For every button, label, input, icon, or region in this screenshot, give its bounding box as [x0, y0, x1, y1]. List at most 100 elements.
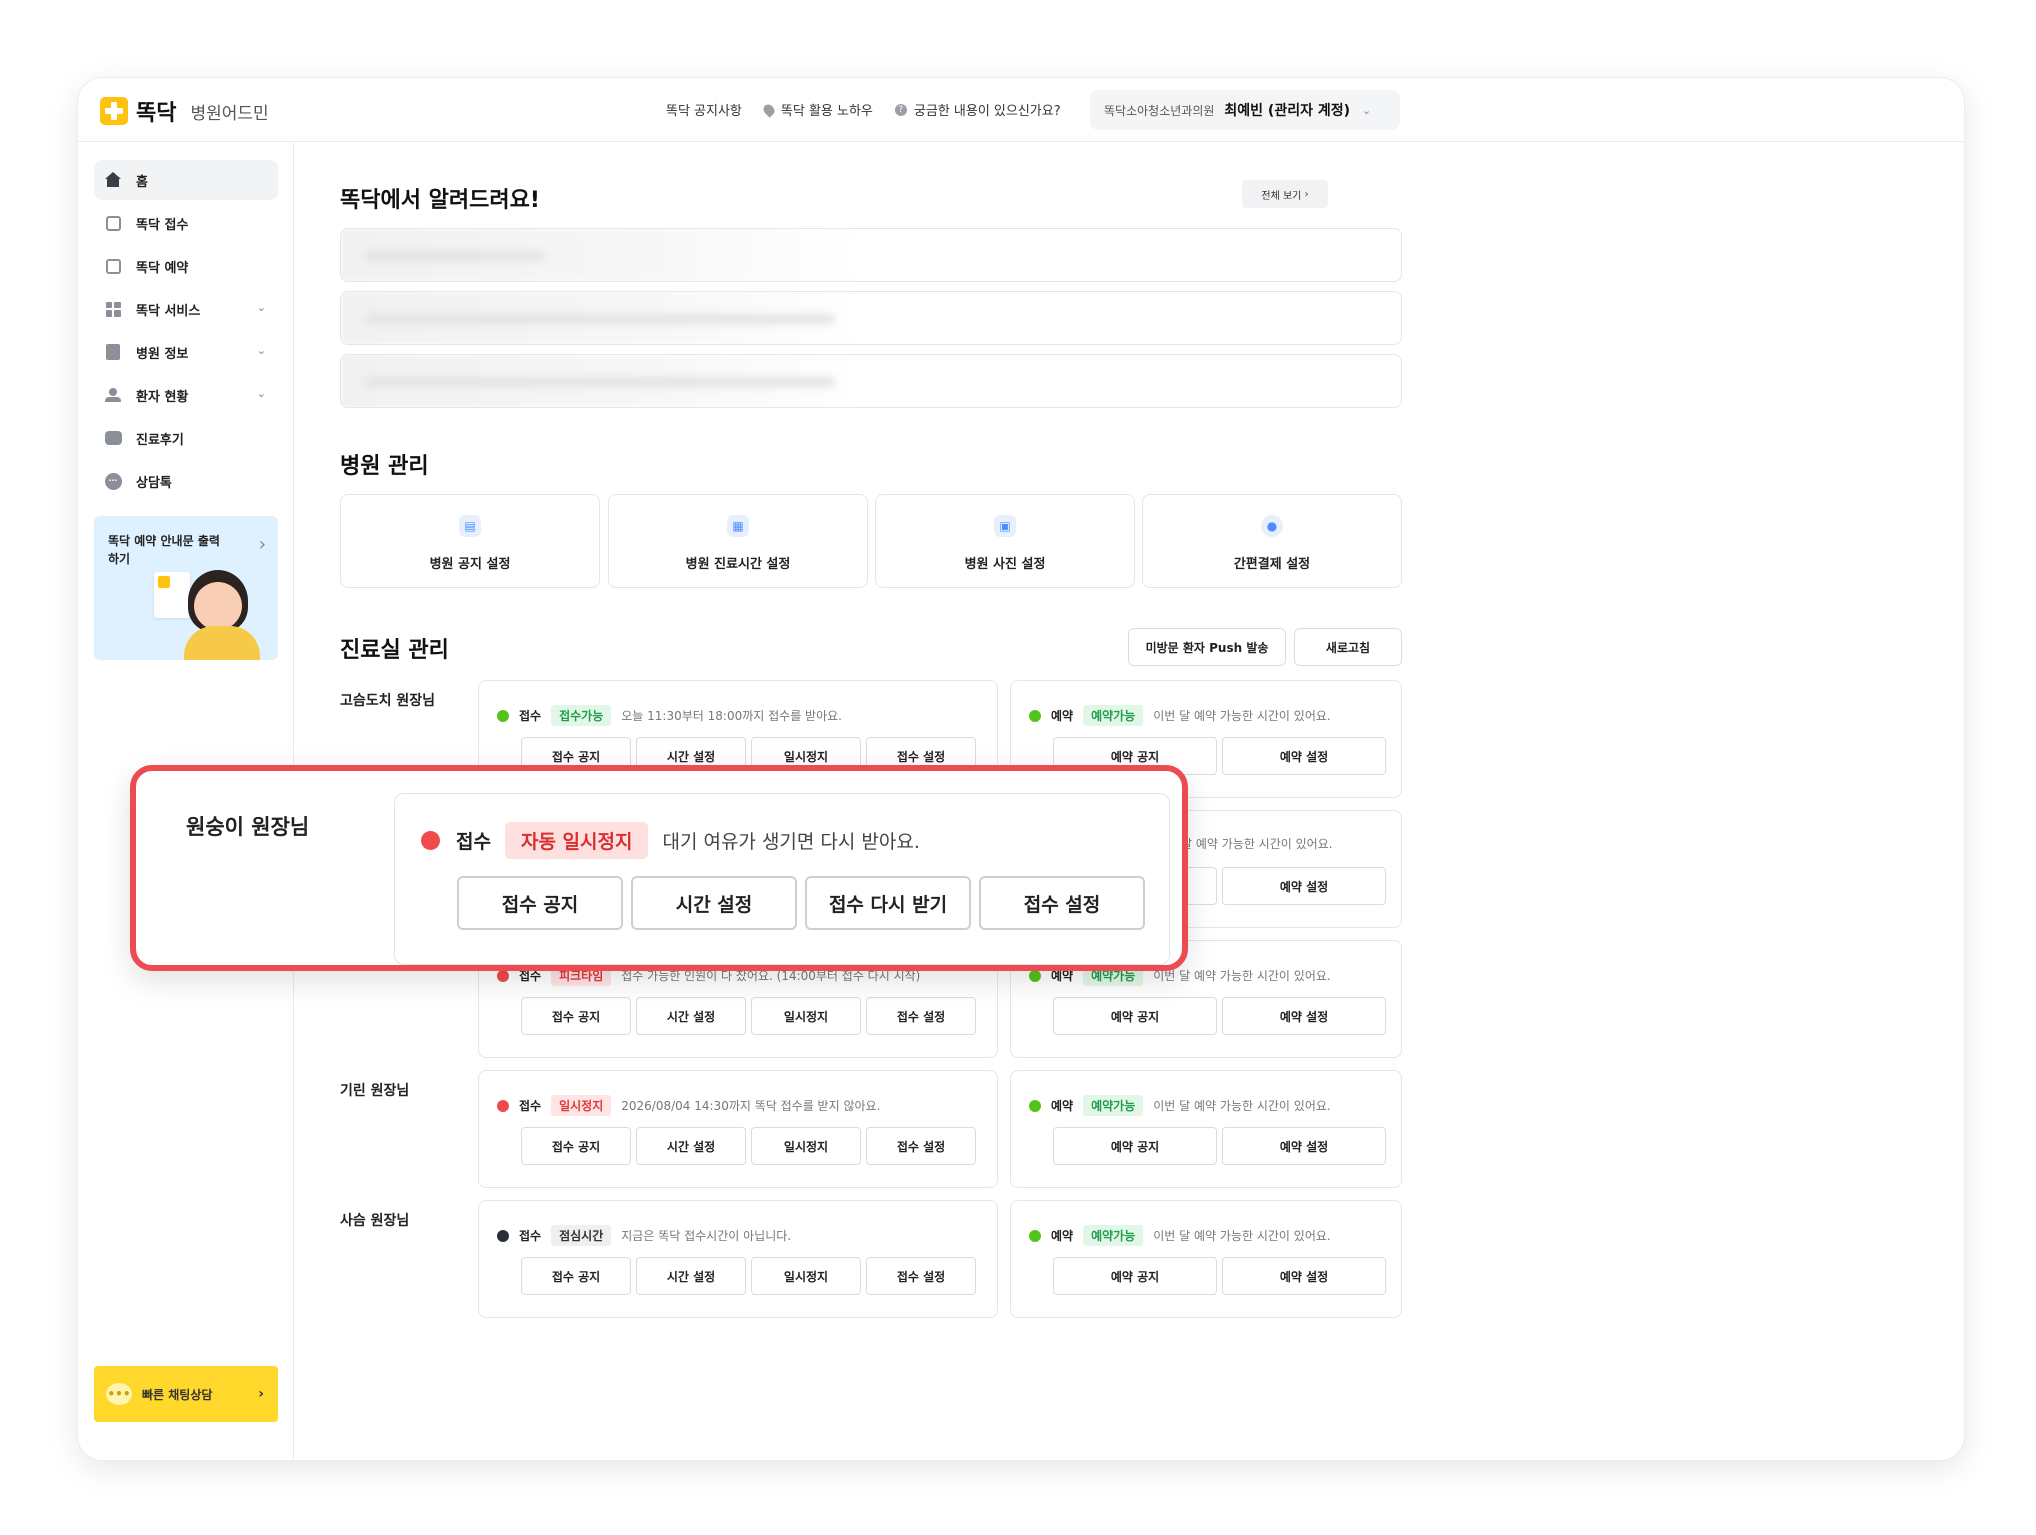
- sidebar-item-label: 환자 현황: [136, 389, 189, 405]
- time-setting-button[interactable]: 시간 설정: [636, 1127, 746, 1165]
- nav-knowhow-link[interactable]: 똑닥 활용 노하우: [761, 100, 873, 119]
- sidebar-item-home[interactable]: 홈: [94, 160, 278, 200]
- reservation-setting-button[interactable]: 예약 설정: [1222, 737, 1386, 775]
- top-bar: 똑닥 병원어드민 똑닥 공지사항 똑닥 활용 노하우 ? 궁금한 내용이 있으신가…: [78, 78, 1964, 142]
- notice-section-title: 똑닥에서 알려드려요!: [340, 188, 540, 213]
- account-selector[interactable]: 똑닥소아청소년과의원 최예빈 (관리자 계정) ⌄: [1090, 90, 1400, 130]
- status-badge: 예약가능: [1083, 1095, 1144, 1116]
- reservation-setting-button[interactable]: 예약 설정: [1222, 1127, 1386, 1165]
- nav-help-link[interactable]: ? 궁금한 내용이 있으신가요?: [894, 100, 1061, 119]
- highlight-status: 접수 자동 일시정지 대기 여유가 생기면 다시 받아요.: [421, 822, 920, 859]
- hospital-notice-card[interactable]: ▤ 병원 공지 설정: [340, 494, 600, 588]
- reservation-panel: 예약 예약가능 이번 달 예약 가능한 시간이 있어요. 예약 공지 예약 설정: [1010, 1200, 1402, 1318]
- reception-setting-button[interactable]: 접수 설정: [866, 997, 976, 1035]
- sidebar-item-reviews[interactable]: 진료후기: [94, 418, 278, 458]
- sidebar-item-label: 상담톡: [136, 475, 172, 491]
- doctor-name: 기린 원장님: [340, 1083, 410, 1099]
- brand-subtitle: 병원어드민: [190, 103, 269, 124]
- notice-item[interactable]: [340, 354, 1402, 408]
- status-text: 이번 달 예약 가능한 시간이 있어요.: [1153, 1229, 1331, 1243]
- doctor-name: 사슴 원장님: [340, 1213, 410, 1229]
- hospital-hours-card[interactable]: ▦ 병원 진료시간 설정: [608, 494, 868, 588]
- time-setting-button[interactable]: 시간 설정: [631, 876, 797, 930]
- sidebar-item-reception[interactable]: 똑닥 접수: [94, 203, 278, 243]
- reception-notice-button[interactable]: 접수 공지: [521, 997, 631, 1035]
- reception-status: 접수 접수가능 오늘 11:30부터 18:00까지 접수를 받아요.: [497, 705, 842, 726]
- reservation-buttons: 예약 공지 예약 설정: [1053, 1257, 1391, 1295]
- sidebar-item-label: 홈: [136, 174, 148, 190]
- easy-pay-card[interactable]: ● 간편결제 설정: [1142, 494, 1402, 588]
- reception-setting-button[interactable]: 접수 설정: [866, 1257, 976, 1295]
- character-body: [184, 626, 260, 660]
- hospital-name: 똑닥소아청소년과의원: [1104, 103, 1215, 118]
- sidebar-item-label: 진료후기: [136, 432, 184, 448]
- panel-kind: 접수: [519, 709, 542, 723]
- time-setting-button[interactable]: 시간 설정: [636, 997, 746, 1035]
- user-name: 최예빈 (관리자 계정): [1224, 103, 1350, 119]
- sidebar-item-patients[interactable]: 환자 현황 ⌄: [94, 375, 278, 415]
- plus-logo-icon: [100, 97, 128, 125]
- status-text: 지금은 똑닥 접수시간이 아닙니다.: [621, 1229, 792, 1243]
- card-label: 병원 사진 설정: [964, 557, 1046, 572]
- highlight-callout: 원숭이 원장님 접수 자동 일시정지 대기 여유가 생기면 다시 받아요. 접수…: [130, 765, 1188, 971]
- card-label: 병원 진료시간 설정: [685, 557, 791, 572]
- nav-knowhow-label: 똑닥 활용 노하우: [780, 104, 873, 119]
- reception-notice-button[interactable]: 접수 공지: [521, 1127, 631, 1165]
- brand-logo[interactable]: 똑닥 병원어드민: [100, 95, 269, 127]
- print-guide-banner[interactable]: 똑닥 예약 안내문 출력하기 ›: [94, 516, 278, 660]
- sidebar-item-chat[interactable]: ··· 상담톡: [94, 461, 278, 501]
- panel-kind: 접수: [519, 1099, 542, 1113]
- status-badge: 예약가능: [1083, 1225, 1144, 1246]
- reservation-notice-button[interactable]: 예약 공지: [1053, 1127, 1217, 1165]
- refresh-button[interactable]: 새로고침: [1294, 628, 1402, 666]
- reception-notice-button[interactable]: 접수 공지: [457, 876, 623, 930]
- status-text: 대기 여유가 생기면 다시 받아요.: [662, 831, 920, 853]
- clinic-mgmt-title: 진료실 관리: [340, 638, 449, 663]
- reception-status: 접수 일시정지 2026/08/04 14:30까지 똑닥 접수를 받지 않아요.: [497, 1095, 880, 1116]
- quick-chat-button[interactable]: ••• 빠른 채팅상담 ›: [94, 1366, 278, 1422]
- card-label: 병원 공지 설정: [429, 557, 511, 572]
- reservation-notice-button[interactable]: 예약 공지: [1053, 1257, 1217, 1295]
- resume-reception-button[interactable]: 접수 다시 받기: [805, 876, 971, 930]
- chevron-right-icon: ›: [258, 1386, 264, 1402]
- time-setting-button[interactable]: 시간 설정: [636, 1257, 746, 1295]
- reservation-setting-button[interactable]: 예약 설정: [1222, 867, 1386, 905]
- reception-buttons: 접수 공지 시간 설정 일시정지 접수 설정: [521, 1257, 981, 1295]
- sidebar-item-label: 똑닥 접수: [136, 217, 189, 233]
- reception-panel: 접수 일시정지 2026/08/04 14:30까지 똑닥 접수를 받지 않아요. …: [478, 1070, 998, 1188]
- pause-button[interactable]: 일시정지: [751, 997, 861, 1035]
- reservation-setting-button[interactable]: 예약 설정: [1222, 1257, 1386, 1295]
- reservation-setting-button[interactable]: 예약 설정: [1222, 997, 1386, 1035]
- pause-button[interactable]: 일시정지: [751, 1257, 861, 1295]
- reservation-notice-button[interactable]: 예약 공지: [1053, 997, 1217, 1035]
- review-icon: [104, 429, 122, 447]
- status-badge: 자동 일시정지: [504, 822, 649, 859]
- notice-item[interactable]: [340, 228, 1402, 282]
- push-unvisited-button[interactable]: 미방문 환자 Push 발송: [1128, 628, 1286, 666]
- highlight-doctor-name: 원숭이 원장님: [186, 815, 310, 839]
- reception-setting-button[interactable]: 접수 설정: [979, 876, 1145, 930]
- reception-status: 접수 점심시간 지금은 똑닥 접수시간이 아닙니다.: [497, 1225, 791, 1246]
- reception-panel: 접수 점심시간 지금은 똑닥 접수시간이 아닙니다. 접수 공지 시간 설정 일시정…: [478, 1200, 998, 1318]
- sidebar-item-service[interactable]: 똑닥 서비스 ⌄: [94, 289, 278, 329]
- sidebar-item-hospital-info[interactable]: 병원 정보 ⌄: [94, 332, 278, 372]
- view-all-label: 전체 보기: [1261, 190, 1302, 202]
- status-dot: [497, 969, 509, 982]
- chat-icon: ···: [104, 472, 122, 490]
- calendar-icon: [104, 257, 122, 275]
- reception-notice-button[interactable]: 접수 공지: [521, 1257, 631, 1295]
- reception-setting-button[interactable]: 접수 설정: [866, 1127, 976, 1165]
- blurred-line: [365, 251, 545, 261]
- sidebar-menu: 홈 똑닥 접수 똑닥 예약 똑닥 서비스 ⌄ 병원 정보 ⌄ 환자 현황 ⌄ 진료후기…: [94, 160, 278, 504]
- pause-button[interactable]: 일시정지: [751, 1127, 861, 1165]
- notice-item[interactable]: [340, 291, 1402, 345]
- sidebar-item-label: 똑닥 예약: [136, 260, 189, 276]
- view-all-button[interactable]: 전체 보기 ›: [1242, 180, 1328, 208]
- building-icon: [104, 343, 122, 361]
- sidebar-item-reservation[interactable]: 똑닥 예약: [94, 246, 278, 286]
- hospital-photo-card[interactable]: ▣ 병원 사진 설정: [875, 494, 1135, 588]
- status-text: 이번 달 예약 가능한 시간이 있어요.: [1153, 709, 1331, 723]
- nav-notice-link[interactable]: 똑닥 공지사항: [666, 100, 742, 119]
- doctor-name: 고슴도치 원장님: [340, 693, 436, 709]
- image-icon: ▣: [994, 515, 1016, 537]
